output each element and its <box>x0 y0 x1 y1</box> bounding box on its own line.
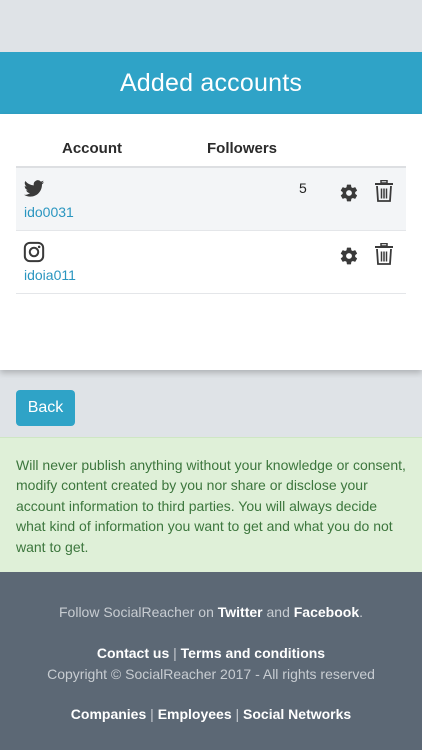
gear-icon[interactable] <box>339 246 359 266</box>
twitter-link[interactable]: Twitter <box>218 604 263 620</box>
followers-count: 5 <box>299 180 307 196</box>
terms-link[interactable]: Terms and conditions <box>181 645 325 661</box>
facebook-link[interactable]: Facebook <box>294 604 359 620</box>
contact-us-link[interactable]: Contact us <box>97 645 169 661</box>
copyright: Copyright © SocialReacher 2017 - All rig… <box>47 666 375 682</box>
page-footer: Follow SocialReacher on Twitter and Face… <box>0 572 422 750</box>
privacy-notice: Will never publish anything without your… <box>0 437 422 572</box>
follow-period: . <box>359 604 363 620</box>
account-name-link[interactable]: idoia011 <box>24 267 76 283</box>
footer-links-primary: Contact us | Terms and conditions <box>0 645 422 661</box>
follow-prefix: Follow SocialReacher on <box>59 604 214 620</box>
table-row: idoia011 <box>16 231 406 294</box>
separator: | <box>150 706 154 722</box>
table-row: ido0031 5 <box>16 168 406 231</box>
privacy-notice-text: Will never publish anything without your… <box>16 457 406 555</box>
companies-link[interactable]: Companies <box>71 706 146 722</box>
account-name-link[interactable]: ido0031 <box>24 204 74 220</box>
follow-and: and <box>266 604 290 620</box>
trash-icon[interactable] <box>374 243 394 265</box>
page-header: Added accounts <box>0 52 422 114</box>
gear-icon[interactable] <box>339 183 359 203</box>
social-networks-link[interactable]: Social Networks <box>243 706 351 722</box>
table-header: Account Followers <box>16 140 406 168</box>
column-header-followers: Followers <box>207 140 278 157</box>
footer-links-secondary: Companies | Employees | Social Networks <box>0 706 422 722</box>
column-header-account: Account <box>62 140 122 157</box>
employees-link[interactable]: Employees <box>158 706 232 722</box>
separator: | <box>173 645 177 661</box>
separator: | <box>235 706 240 722</box>
instagram-icon <box>23 241 45 263</box>
back-button[interactable]: Back <box>16 390 75 426</box>
page-title: Added accounts <box>119 68 303 97</box>
twitter-icon <box>23 180 45 197</box>
trash-icon[interactable] <box>374 180 394 202</box>
follow-line: Follow SocialReacher on Twitter and Face… <box>0 604 422 620</box>
accounts-card: Account Followers ido0031 5 idoia011 <box>0 114 422 370</box>
